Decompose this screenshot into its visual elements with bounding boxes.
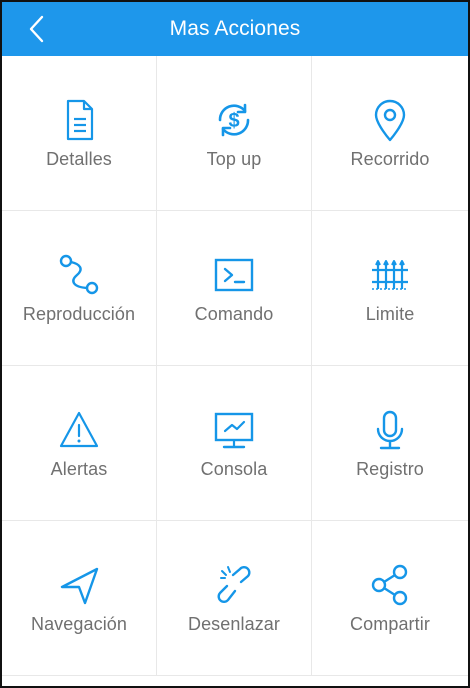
broken-link-icon [217, 566, 251, 603]
action-label: Detalles [46, 149, 112, 169]
action-share[interactable]: Compartir [312, 521, 468, 676]
dollar-refresh-icon: $ [218, 103, 250, 137]
action-navigation[interactable]: Navegación [2, 521, 157, 676]
action-label: Limite [365, 304, 415, 324]
route-path-icon [59, 254, 99, 295]
monitor-chart-icon [214, 412, 254, 449]
phone-screen: Mas Acciones Detalles $ Top up Recorrido… [0, 0, 470, 688]
fence-icon [372, 260, 408, 290]
top-navigation-bar: Mas Acciones [2, 2, 468, 56]
action-label: Compartir [350, 614, 430, 634]
action-label: Reproducción [22, 304, 136, 324]
action-label: Navegación [30, 614, 128, 634]
microphone-icon [376, 410, 404, 450]
action-alerts[interactable]: Alertas [2, 366, 157, 521]
action-record[interactable]: Registro [312, 366, 468, 521]
navigation-arrow-icon [60, 567, 99, 605]
action-details[interactable]: Detalles [2, 56, 157, 211]
location-pin-icon [374, 99, 406, 142]
action-label: Recorrido [350, 149, 430, 169]
svg-text:$: $ [228, 110, 239, 132]
action-label: Comando [194, 304, 274, 324]
actions-grid: Detalles $ Top up Recorrido Reproducción… [2, 56, 468, 686]
page-title: Mas Acciones [169, 17, 301, 40]
action-command[interactable]: Comando [157, 211, 312, 366]
action-top-up[interactable]: $ Top up [157, 56, 312, 211]
action-label: Consola [200, 459, 268, 479]
action-limit[interactable]: Limite [312, 211, 468, 366]
action-route[interactable]: Recorrido [312, 56, 468, 211]
action-console[interactable]: Consola [157, 366, 312, 521]
action-playback[interactable]: Reproducción [2, 211, 157, 366]
share-icon [371, 564, 408, 606]
action-label: Desenlazar [187, 614, 281, 634]
warning-icon [59, 411, 99, 448]
document-icon [66, 99, 94, 141]
action-label: Top up [206, 149, 262, 169]
action-label: Registro [356, 459, 424, 479]
action-label: Alertas [50, 459, 108, 479]
action-unlink[interactable]: Desenlazar [157, 521, 312, 676]
terminal-icon [214, 258, 254, 292]
